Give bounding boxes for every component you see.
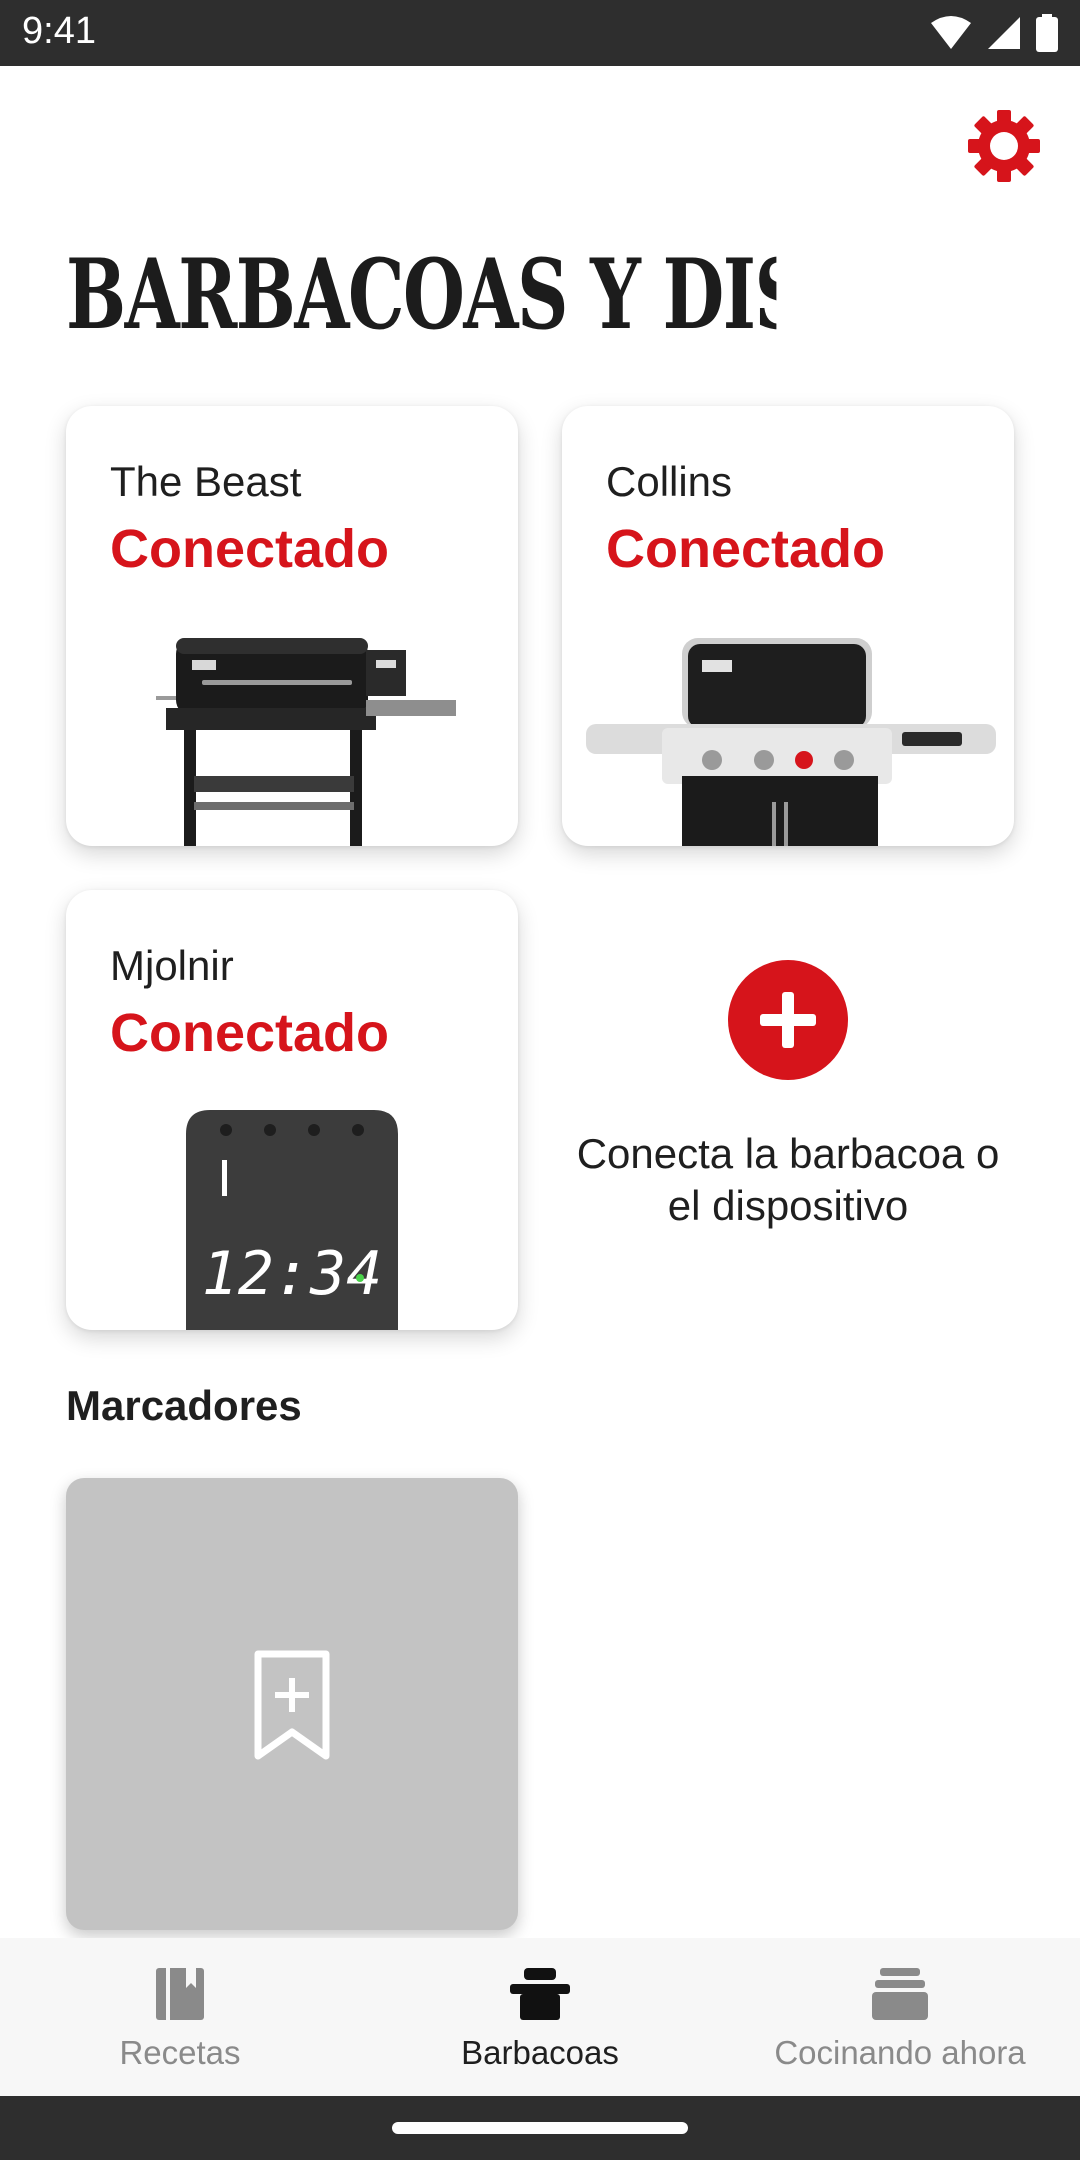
battery-icon bbox=[1036, 14, 1058, 52]
device-status: Conectado bbox=[606, 519, 886, 579]
add-device-button[interactable] bbox=[728, 960, 848, 1080]
thermometer-hub-image: 12:34 bbox=[186, 1110, 398, 1330]
bookmarks-title: Marcadores bbox=[66, 1382, 302, 1429]
device-status: Conectado bbox=[110, 519, 390, 579]
gas-grill-image bbox=[586, 638, 996, 846]
gear-icon bbox=[968, 110, 1040, 182]
system-navigation-bar bbox=[0, 2096, 1080, 2160]
nav-label: Cocinando ahora bbox=[774, 2034, 1026, 2071]
device-status: Conectado bbox=[110, 1003, 390, 1063]
nav-item-recetas[interactable]: Recetas bbox=[0, 1938, 360, 2096]
nav-item-barbacoas[interactable]: Barbacoas bbox=[360, 1938, 720, 2096]
device-name: Mjolnir bbox=[110, 942, 234, 989]
bookmark-add-icon bbox=[254, 1650, 330, 1760]
device-card-collins[interactable]: Collins Conectado bbox=[562, 406, 1014, 846]
hub-display-time: 12:34 bbox=[202, 1239, 383, 1309]
device-card-the-beast[interactable]: The Beast Conectado bbox=[66, 406, 518, 846]
recipes-book-icon bbox=[156, 1968, 204, 2020]
nav-item-cocinando-ahora[interactable]: Cocinando ahora bbox=[720, 1938, 1080, 2096]
device-name: Collins bbox=[606, 458, 733, 505]
wifi-icon bbox=[931, 16, 971, 49]
nav-label: Barbacoas bbox=[461, 2034, 619, 2071]
settings-button[interactable] bbox=[966, 108, 1042, 184]
status-time: 9:41 bbox=[22, 10, 96, 52]
add-bookmark-card[interactable] bbox=[66, 1478, 518, 1930]
status-bar: 9:41 bbox=[0, 0, 1080, 66]
add-device-label: Conecta la barbacoa o el dispositivo bbox=[576, 1130, 1000, 1229]
signal-icon bbox=[988, 17, 1020, 49]
nav-label: Recetas bbox=[119, 2034, 241, 2071]
home-indicator[interactable] bbox=[392, 2122, 688, 2134]
grill-icon bbox=[510, 1968, 570, 2020]
device-name: The Beast bbox=[110, 458, 302, 505]
status-icons bbox=[930, 14, 1058, 52]
device-card-mjolnir[interactable]: Mjolnir Conectado 12:34 bbox=[66, 890, 518, 1330]
cooking-now-icon bbox=[872, 1968, 928, 2020]
page-title: BARBACOAS Y DISPOSI... bbox=[66, 238, 776, 348]
add-device-tile[interactable]: Conecta la barbacoa o el dispositivo bbox=[562, 890, 1014, 1310]
plus-icon bbox=[760, 992, 816, 1048]
bottom-navigation: Recetas Barbacoas Cocinando ahora bbox=[0, 1938, 1080, 2096]
pellet-grill-image bbox=[156, 638, 456, 846]
